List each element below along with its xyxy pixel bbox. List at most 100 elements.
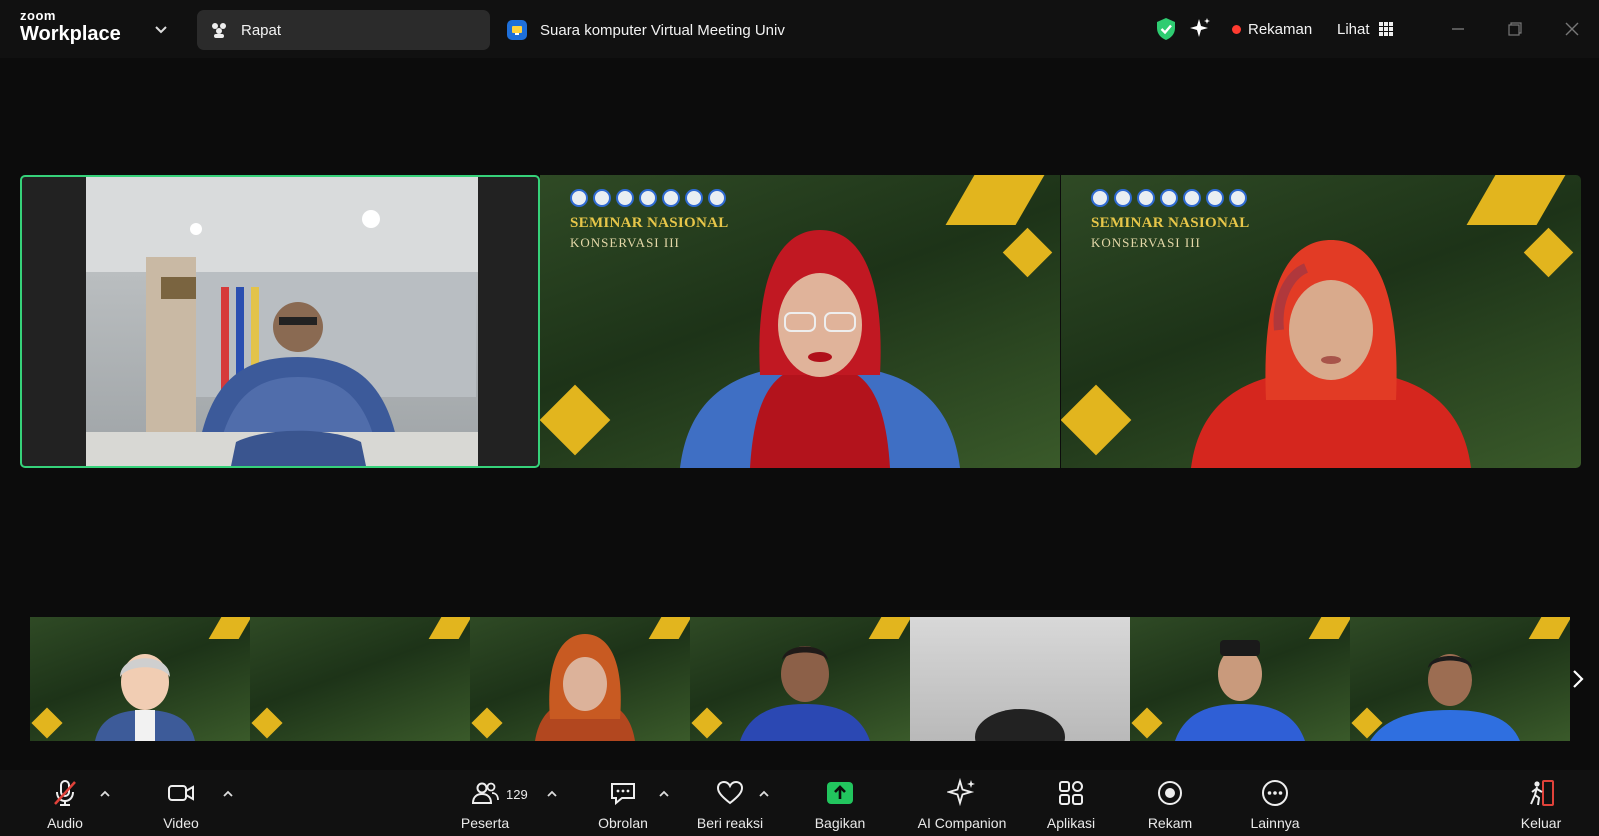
strip-tile-6[interactable] [1130, 617, 1350, 741]
avatar [95, 654, 195, 741]
close-icon [1565, 22, 1579, 36]
close-window-button[interactable] [1559, 16, 1585, 42]
chat-icon [611, 783, 635, 806]
record-button[interactable]: Rekam [1125, 778, 1215, 831]
strip-tile-3[interactable] [470, 617, 690, 741]
react-label: Beri reaksi [696, 815, 764, 831]
gold-decoration [1528, 617, 1570, 639]
minimize-icon [1452, 28, 1464, 30]
audio-button[interactable]: Audio [20, 778, 110, 831]
minimize-button[interactable] [1445, 16, 1471, 42]
participant-video [86, 177, 478, 466]
strip-tile-7[interactable] [1350, 617, 1570, 741]
leave-button[interactable]: Keluar [1496, 778, 1586, 831]
seminar-logos [570, 189, 726, 207]
more-icon [1262, 780, 1288, 806]
share-label: Bagikan [814, 815, 866, 831]
record-icon [1158, 781, 1182, 805]
gold-decoration [868, 617, 910, 639]
leave-label: Keluar [1520, 815, 1562, 831]
record-dot-icon [1232, 24, 1241, 34]
participant-video [1370, 654, 1520, 741]
restore-button[interactable] [1502, 16, 1528, 42]
recording-indicator[interactable]: Rekaman [1232, 14, 1312, 44]
ai-companion-label: AI Companion [917, 815, 1007, 831]
share-screen-icon [827, 782, 853, 804]
audio-icon [507, 20, 527, 40]
participant-video [535, 634, 635, 741]
participants-count: 129 [506, 787, 528, 802]
ai-companion-button[interactable]: AI Companion [907, 778, 1017, 831]
encryption-shield[interactable] [1155, 14, 1177, 44]
chat-button[interactable]: Obrolan [578, 778, 668, 831]
top-bar: zoom Workplace Rapat Suara komputer Virt… [0, 0, 1599, 58]
chevron-up-icon[interactable] [657, 787, 671, 801]
tab-computer-audio[interactable]: Suara komputer Virtual Meeting Univ [507, 10, 797, 50]
gold-decoration [208, 617, 250, 639]
video-button[interactable]: Video [136, 778, 226, 831]
react-button[interactable]: Beri reaksi [685, 778, 775, 831]
view-button[interactable]: Lihat [1337, 14, 1394, 44]
audio-label: Audio [47, 815, 83, 831]
gold-decoration [471, 707, 503, 739]
share-button[interactable]: Bagikan [795, 778, 885, 831]
participant-video [975, 709, 1065, 741]
record-label: Rekam [1147, 815, 1193, 831]
leave-icon [1530, 780, 1554, 806]
participants-button[interactable]: Peserta [440, 778, 530, 831]
meeting-icon [212, 23, 226, 38]
sparkle-icon [1190, 18, 1210, 37]
ai-summary-button[interactable] [1188, 14, 1212, 44]
strip-tile-4[interactable] [690, 617, 910, 741]
gold-decoration [540, 384, 611, 456]
chevron-down-icon[interactable] [152, 20, 170, 38]
strip-tile-2[interactable] [250, 617, 470, 741]
participant-video [1191, 240, 1471, 468]
tab-meeting[interactable]: Rapat [197, 10, 490, 50]
brand-zoom: zoom [20, 8, 56, 23]
chevron-up-icon[interactable] [221, 787, 235, 801]
zoom-workplace-logo[interactable]: zoom Workplace [20, 9, 121, 44]
gold-decoration [31, 707, 63, 739]
gold-decoration [648, 617, 690, 639]
chevron-right-icon[interactable] [1566, 667, 1590, 691]
participants-label: Peserta [460, 815, 510, 831]
chat-label: Obrolan [598, 815, 648, 831]
brand-workplace: Workplace [20, 23, 121, 45]
gold-decoration [1061, 384, 1132, 456]
participant-video [680, 230, 960, 468]
more-button[interactable]: Lainnya [1230, 778, 1320, 831]
gold-decoration [251, 707, 283, 739]
meeting-toolbar: Audio Video Peserta 129 Obrolan Beri rea… [0, 770, 1599, 836]
gold-decoration [1131, 707, 1163, 739]
strip-tile-5[interactable] [910, 617, 1130, 741]
microphone-muted-icon [54, 780, 76, 806]
office-scene [86, 177, 478, 466]
apps-icon [1059, 781, 1083, 805]
camera-icon [168, 785, 194, 801]
tab-meeting-label: Rapat [241, 21, 282, 39]
gold-decoration [1466, 175, 1566, 225]
chevron-up-icon[interactable] [545, 787, 559, 801]
chevron-up-icon[interactable] [757, 787, 771, 801]
recording-label: Rekaman [1248, 20, 1313, 38]
more-label: Lainnya [1250, 815, 1300, 831]
seminar-logos [1091, 189, 1247, 207]
apps-button[interactable]: Aplikasi [1026, 778, 1116, 831]
apps-label: Aplikasi [1046, 815, 1096, 831]
gold-decoration [428, 617, 470, 639]
participants-icon [471, 782, 499, 804]
participant-video [1175, 640, 1305, 741]
shield-check-icon [1157, 18, 1175, 40]
video-label: Video [163, 815, 199, 831]
gold-decoration [1523, 227, 1574, 278]
gold-decoration [1308, 617, 1350, 639]
strip-tile-1[interactable] [30, 617, 250, 741]
chevron-up-icon[interactable] [98, 787, 112, 801]
gold-decoration [691, 707, 723, 739]
video-tile-participant-3[interactable]: SEMINAR NASIONAL KONSERVASI III [1061, 175, 1581, 468]
participant-video [740, 646, 870, 741]
gold-decoration [1002, 227, 1053, 278]
video-tile-active-speaker[interactable] [20, 175, 540, 468]
video-tile-participant-2[interactable]: SEMINAR NASIONAL KONSERVASI III [540, 175, 1060, 468]
